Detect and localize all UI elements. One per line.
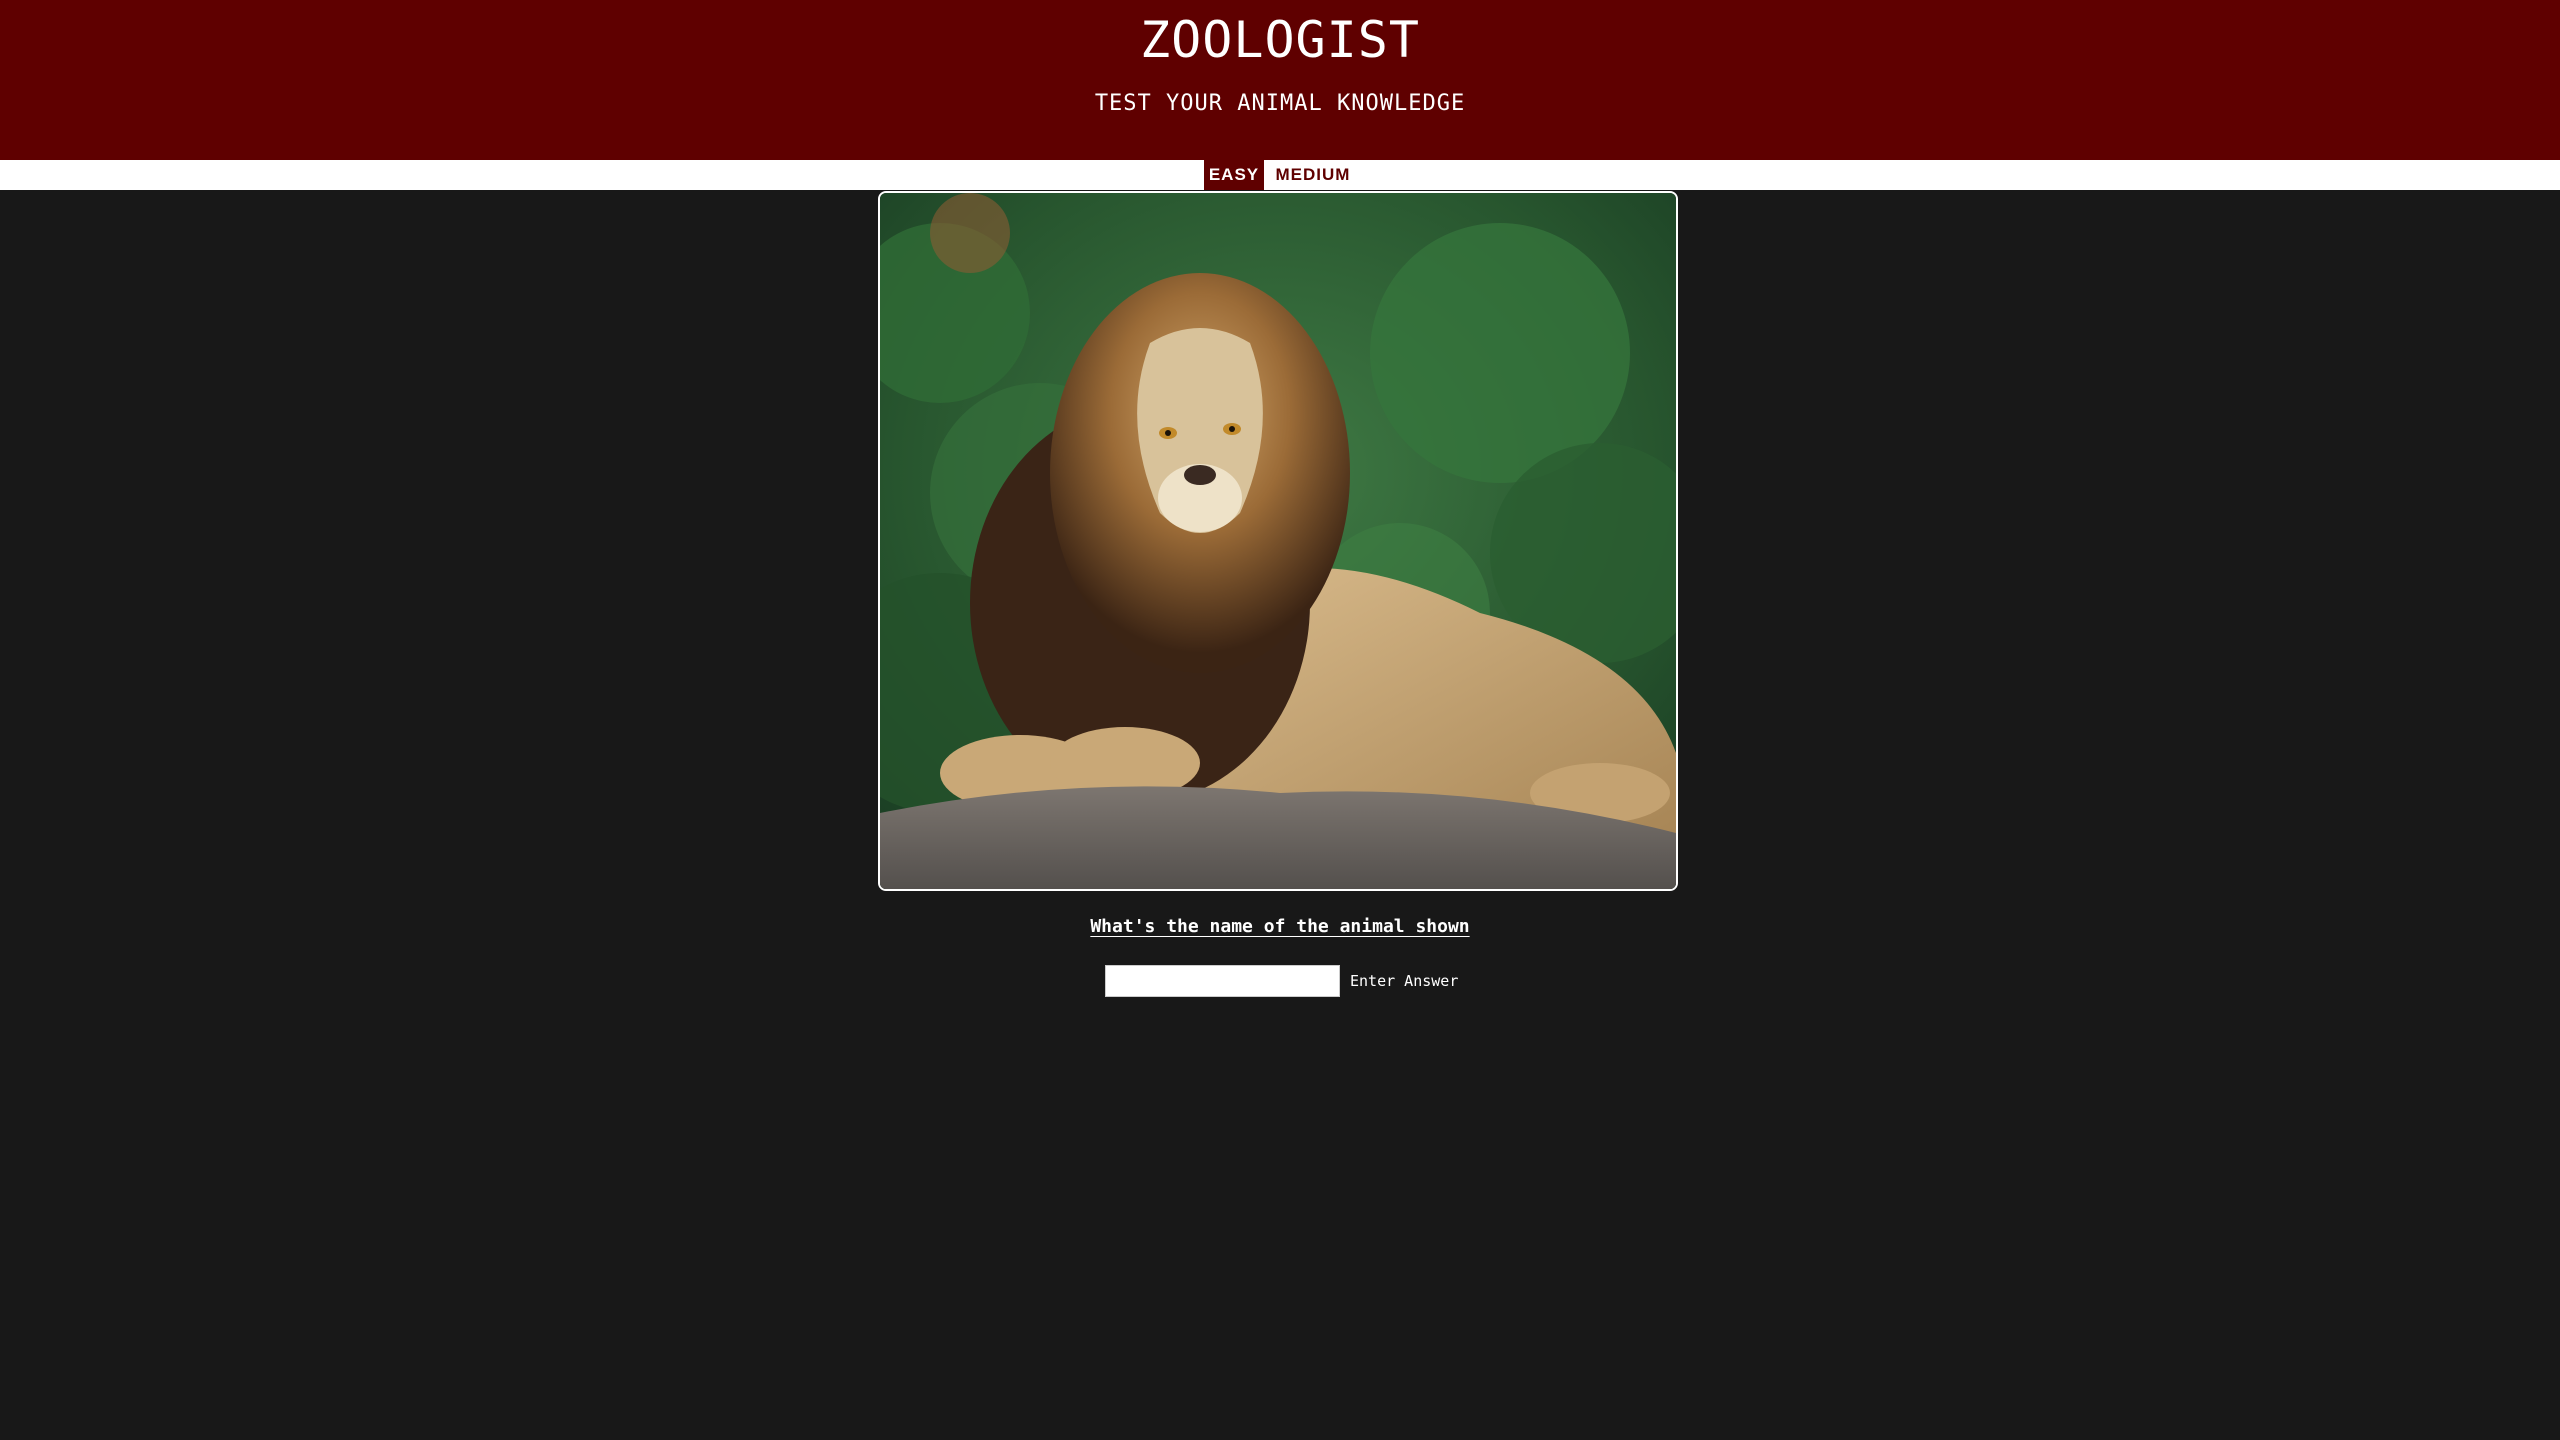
lion-illustration (880, 193, 1676, 889)
site-header: ZOOLOGIST TEST YOUR ANIMAL KNOWLEDGE (0, 0, 2560, 160)
animal-photo (878, 191, 1678, 891)
answer-input[interactable] (1105, 965, 1340, 997)
quiz-question: What's the name of the animal shown (0, 913, 2560, 941)
quiz-question-text: What's the name of the animal shown (1090, 916, 1470, 937)
site-title: ZOOLOGIST (1140, 11, 1420, 69)
tab-easy[interactable]: EASY (1204, 160, 1264, 190)
tab-medium[interactable]: MEDIUM (1270, 160, 1356, 190)
site-subtitle: TEST YOUR ANIMAL KNOWLEDGE (1094, 91, 1466, 116)
enter-answer-button[interactable]: Enter Answer (1344, 966, 1464, 996)
difficulty-tabbar: EASY MEDIUM (0, 160, 2560, 190)
